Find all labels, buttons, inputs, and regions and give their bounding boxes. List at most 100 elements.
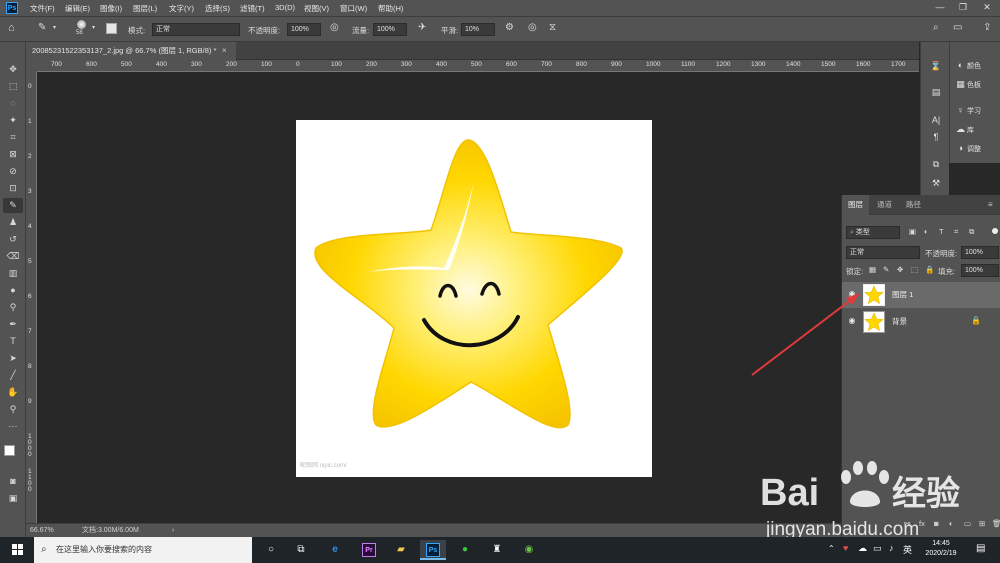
more-tools-icon[interactable]: ··· xyxy=(3,419,23,434)
gradient-tool-icon[interactable]: ▥ xyxy=(3,266,23,281)
menu-layer[interactable]: 图层(L) xyxy=(133,3,157,14)
symmetry-icon[interactable]: ⧖ xyxy=(549,22,556,33)
blur-tool-icon[interactable]: ● xyxy=(3,283,23,298)
menu-edit[interactable]: 编辑(E) xyxy=(65,3,90,14)
menu-image[interactable]: 图像(I) xyxy=(100,3,122,14)
zoom-level[interactable]: 66.67% xyxy=(30,524,54,537)
dodge-tool-icon[interactable]: ⚲ xyxy=(3,300,23,315)
volume-icon[interactable]: ♪ xyxy=(889,543,894,553)
learn-panel-button[interactable]: ♀ 学习 xyxy=(954,101,1000,119)
document-canvas[interactable]: 昵图网 nipic.com/ xyxy=(296,120,652,477)
library-panel-button[interactable]: ☁ 库 xyxy=(954,120,1000,138)
home-icon[interactable]: ⌂ xyxy=(8,22,15,34)
notification-icon[interactable]: ▤ xyxy=(976,543,985,554)
windows-start-button[interactable] xyxy=(0,537,34,563)
layer-opacity-field[interactable]: 100% xyxy=(961,246,999,259)
filter-smart-object-icon[interactable]: ⧉ xyxy=(969,227,974,237)
filter-toggle[interactable] xyxy=(992,228,998,234)
line-tool-icon[interactable]: ╱ xyxy=(3,368,23,383)
lock-all-icon[interactable]: 🔒 xyxy=(925,265,934,274)
airbrush-icon[interactable]: ✈ xyxy=(418,22,426,33)
pressure-size-icon[interactable]: ◎ xyxy=(528,22,537,33)
lock-transparent-icon[interactable]: ▦ xyxy=(869,265,876,274)
brush-tool-preset-icon[interactable]: ✎ xyxy=(38,22,46,33)
history-panel-icon[interactable]: ⌛ xyxy=(927,58,945,74)
layer-row[interactable]: ◉ 图层 1 xyxy=(842,282,1000,308)
flow-field[interactable]: 100% xyxy=(373,23,407,36)
eraser-tool-icon[interactable]: ⌫ xyxy=(3,249,23,264)
foreground-color-swatch[interactable] xyxy=(4,445,15,456)
adjustments-panel-button[interactable]: ◑ 调整 xyxy=(954,139,1000,157)
filter-pixel-icon[interactable]: ▣ xyxy=(909,227,916,236)
filter-type-icon[interactable]: T xyxy=(939,227,944,236)
minimize-button[interactable]: — xyxy=(930,2,950,12)
photoshop-taskbar-icon[interactable]: Ps xyxy=(420,540,446,560)
magic-wand-tool-icon[interactable]: ✦ xyxy=(3,113,23,128)
opacity-field[interactable]: 100% xyxy=(287,23,321,36)
quick-mask-icon[interactable]: ◙ xyxy=(3,474,23,489)
lock-icon[interactable]: 🔒 xyxy=(971,316,981,325)
close-button[interactable]: ✕ xyxy=(977,2,997,13)
paragraph-panel-icon[interactable]: ¶ xyxy=(927,129,945,145)
chevron-down-icon[interactable]: ▾ xyxy=(53,24,56,31)
browser-360-icon[interactable]: ◉ xyxy=(516,540,542,560)
eyedropper-tool-icon[interactable]: ⊘ xyxy=(3,164,23,179)
search-icon[interactable]: ⌕ xyxy=(933,22,939,33)
zoom-tool-icon[interactable]: ⚲ xyxy=(3,402,23,417)
taskbar-search-input[interactable]: ⌕ 在这里输入你要搜索的内容 xyxy=(34,537,252,563)
cortana-icon[interactable]: ○ xyxy=(258,540,284,560)
clone-source-icon[interactable]: ⧉ xyxy=(927,156,945,172)
menu-3d[interactable]: 3D(D) xyxy=(275,3,295,12)
menu-help[interactable]: 帮助(H) xyxy=(378,3,403,14)
brush-settings-icon[interactable]: ▤ xyxy=(927,84,945,100)
menu-filter[interactable]: 滤镜(T) xyxy=(240,3,265,14)
move-tool-icon[interactable]: ✥ xyxy=(3,62,23,77)
tray-app-icon[interactable]: ♥ xyxy=(843,543,848,553)
lock-pixels-icon[interactable]: ✎ xyxy=(883,265,889,274)
layer-filter-select[interactable]: ⌕ 类型 xyxy=(846,226,900,239)
layer-row[interactable]: ◉ 背景 🔒 xyxy=(842,309,1000,335)
brush-tip-icon[interactable] xyxy=(77,20,86,29)
smoothing-field[interactable]: 10% xyxy=(461,23,495,36)
qq-icon[interactable]: ♜ xyxy=(484,540,510,560)
restore-button[interactable]: ❐ xyxy=(953,2,973,13)
workspace-icon[interactable]: ▭ xyxy=(953,22,962,33)
tab-channels[interactable]: 通道 xyxy=(871,195,898,215)
hand-tool-icon[interactable]: ✋ xyxy=(3,385,23,400)
screen-mode-icon[interactable]: ▣ xyxy=(3,491,23,506)
fill-field[interactable]: 100% xyxy=(961,264,999,277)
mode-select[interactable]: 正常 xyxy=(152,23,240,36)
lasso-tool-icon[interactable]: ◌ xyxy=(3,96,23,111)
task-view-icon[interactable]: ⧉ xyxy=(288,540,314,560)
clone-stamp-tool-icon[interactable]: ♟ xyxy=(3,215,23,230)
network-icon[interactable]: ▭ xyxy=(873,543,882,554)
edge-browser-icon[interactable]: e xyxy=(322,540,348,560)
history-brush-tool-icon[interactable]: ↺ xyxy=(3,232,23,247)
tool-presets-icon[interactable]: ⚒ xyxy=(927,175,945,191)
chevron-down-icon[interactable]: ▾ xyxy=(92,24,95,31)
document-tab[interactable]: 20085231522353137_2.jpg @ 66.7% (图层 1, R… xyxy=(26,42,236,60)
share-icon[interactable]: ⇪ xyxy=(983,22,991,33)
chevron-up-icon[interactable]: ⌃ xyxy=(828,544,835,553)
marquee-tool-icon[interactable]: ⬚ xyxy=(3,79,23,94)
brush-tool-icon[interactable]: ✎ xyxy=(3,198,23,213)
file-explorer-icon[interactable]: ▰ xyxy=(388,540,414,560)
panel-menu-icon[interactable]: ≡ xyxy=(988,200,993,209)
character-panel-icon[interactable]: A| xyxy=(927,112,945,128)
filter-shape-icon[interactable]: ⌗ xyxy=(954,227,958,237)
pen-tool-icon[interactable]: ✒ xyxy=(3,317,23,332)
tab-layers[interactable]: 图层 xyxy=(842,195,869,215)
photoshop-logo[interactable]: Ps xyxy=(6,2,18,14)
taskbar-clock[interactable]: 14:45 2020/2/19 xyxy=(912,539,970,559)
menu-select[interactable]: 选择(S) xyxy=(205,3,230,14)
brush-panel-icon[interactable] xyxy=(106,23,117,34)
input-method-indicator[interactable]: 英 xyxy=(903,543,912,556)
filter-adjustment-icon[interactable]: ◐ xyxy=(924,227,929,236)
path-selection-tool-icon[interactable]: ➤ xyxy=(3,351,23,366)
status-menu-arrow[interactable]: › xyxy=(172,524,174,537)
wechat-icon[interactable]: ● xyxy=(452,540,478,560)
type-tool-icon[interactable]: T xyxy=(3,334,23,349)
menu-file[interactable]: 文件(F) xyxy=(30,3,55,14)
pressure-opacity-icon[interactable]: ◎ xyxy=(330,22,339,33)
lock-position-icon[interactable]: ✥ xyxy=(897,265,903,274)
